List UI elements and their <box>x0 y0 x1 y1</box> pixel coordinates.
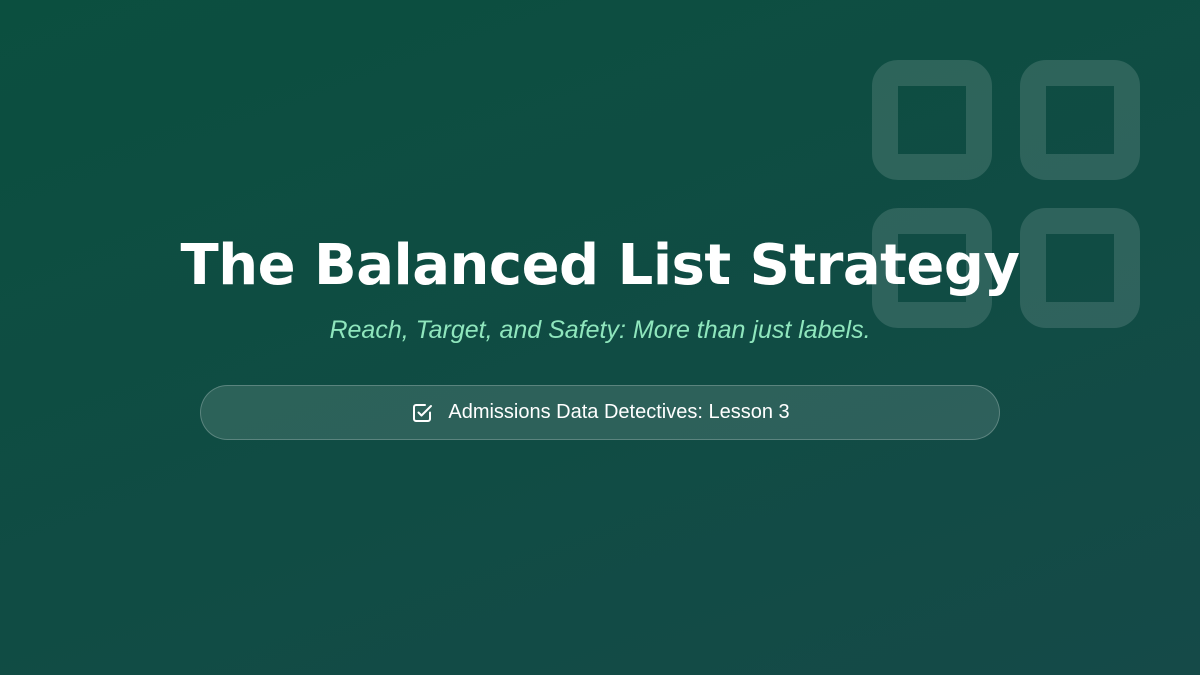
lesson-badge-label: Admissions Data Detectives: Lesson 3 <box>448 401 790 423</box>
grid-square <box>872 60 992 180</box>
slide-title: The Balanced List Strategy <box>180 233 1020 298</box>
checkbox-checked-icon <box>410 401 434 425</box>
slide-subtitle: Reach, Target, and Safety: More than jus… <box>329 316 871 344</box>
lesson-badge: Admissions Data Detectives: Lesson 3 <box>200 385 1000 440</box>
grid-square <box>1020 60 1140 180</box>
